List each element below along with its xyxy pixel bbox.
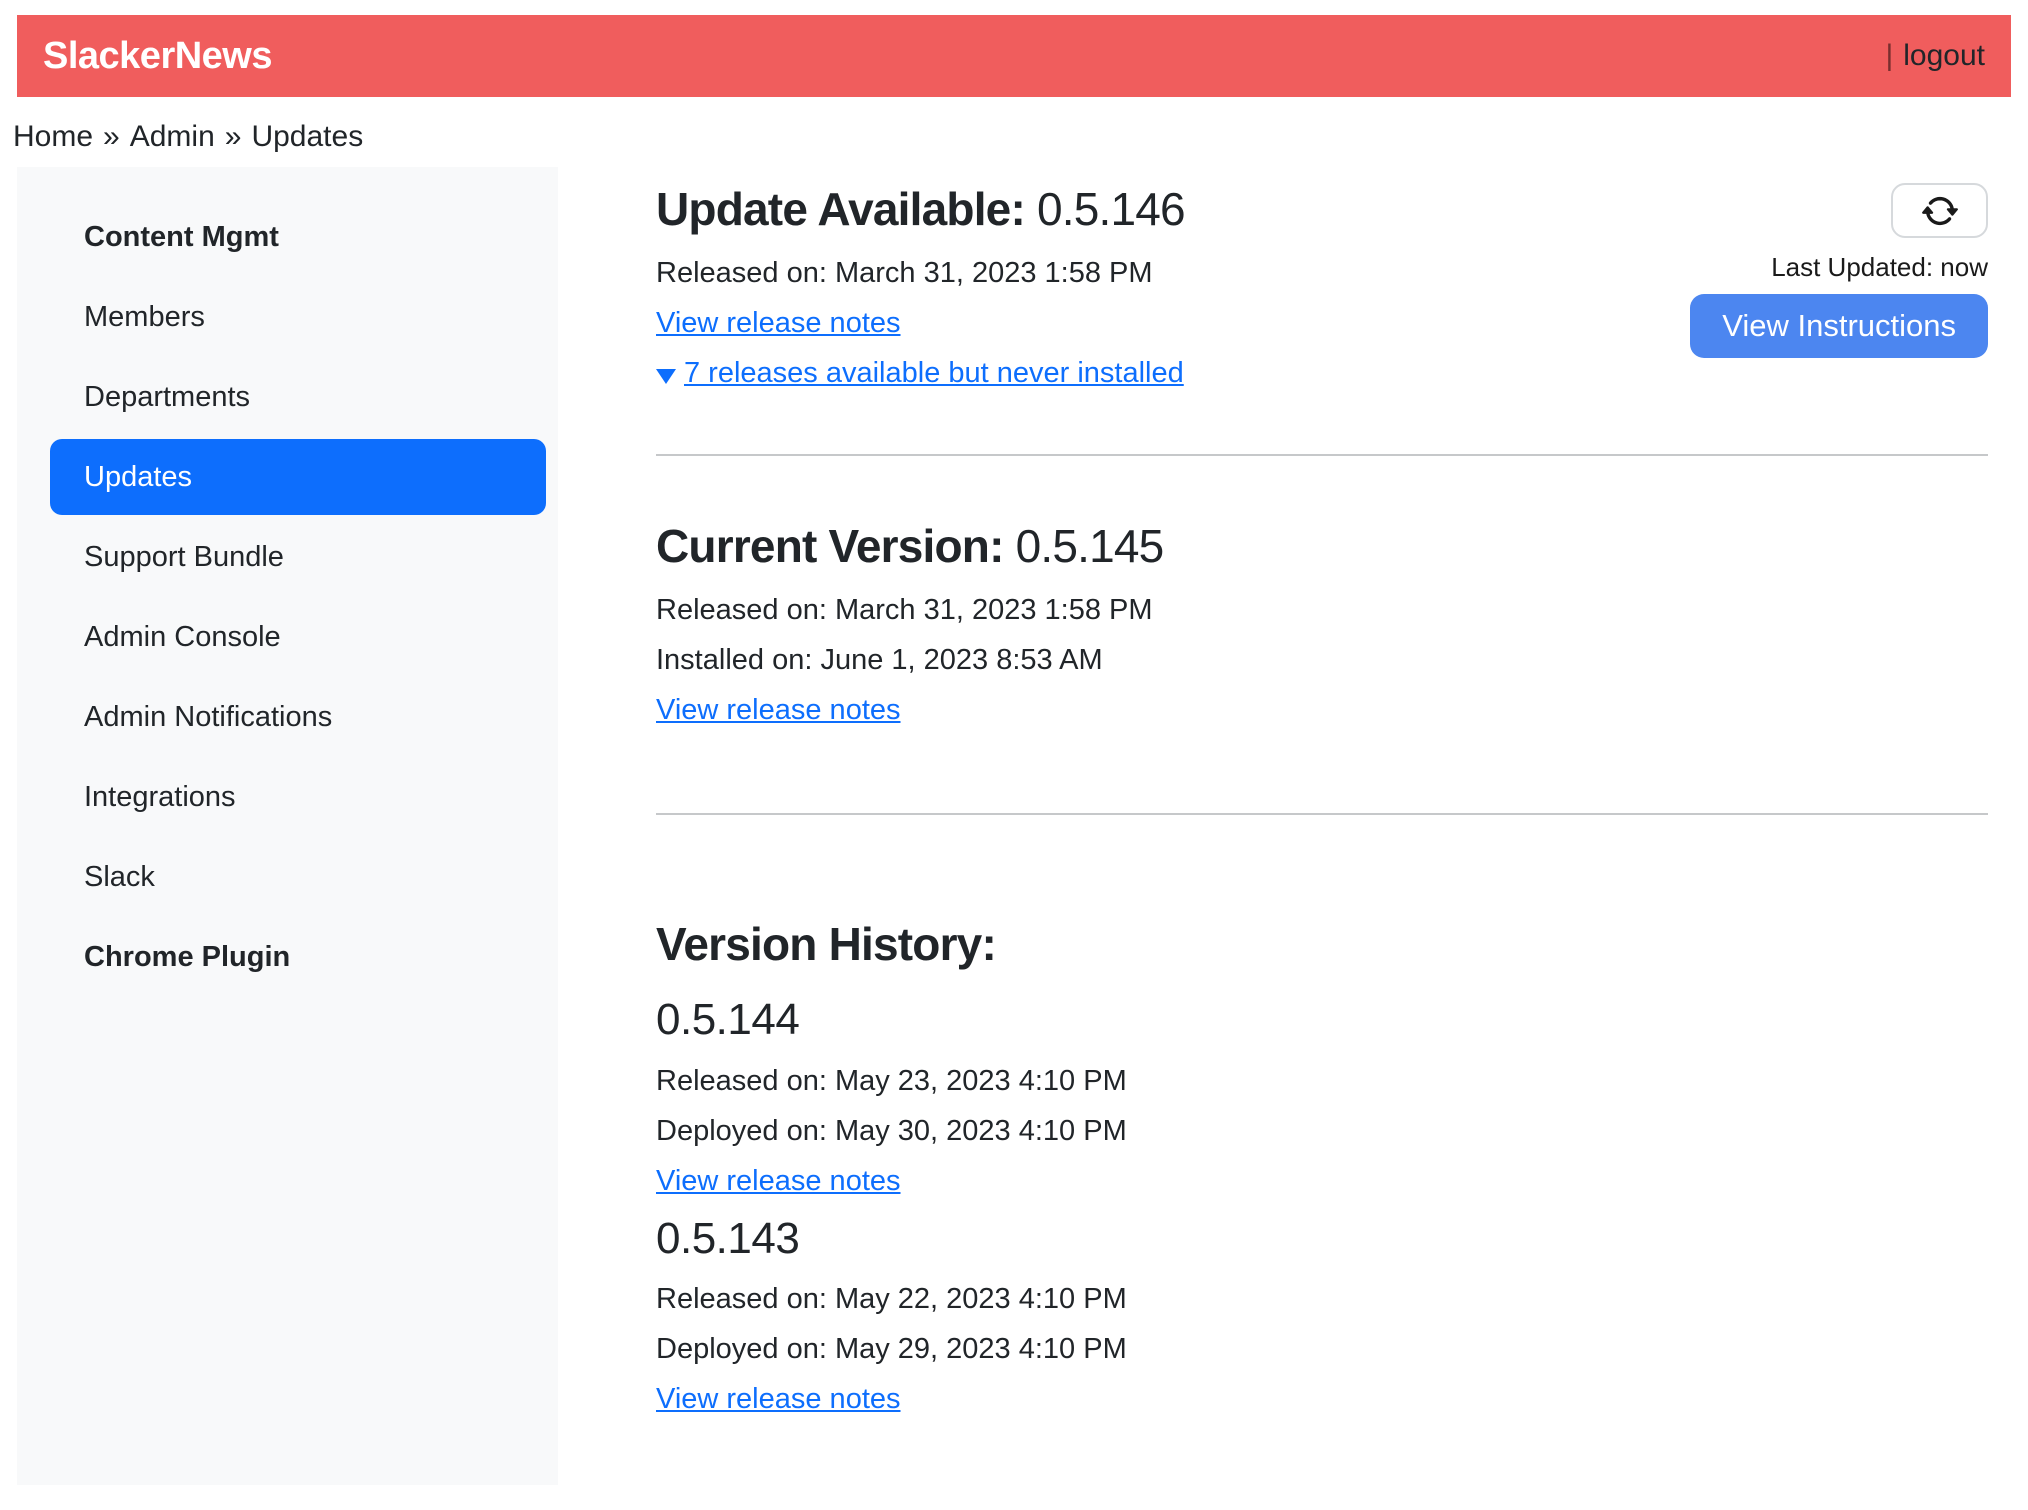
version-history-item: 0.5.143 Released on: May 22, 2023 4:10 P… — [656, 1214, 1988, 1421]
history-version-number: 0.5.143 — [656, 1214, 1988, 1265]
breadcrumb-home[interactable]: Home — [13, 120, 93, 153]
refresh-button[interactable] — [1891, 183, 1988, 238]
app-brand: SlackerNews — [43, 35, 272, 78]
current-installed-on: Installed on: June 1, 2023 8:53 AM — [656, 639, 1988, 681]
version-history-section: Version History: 0.5.144 Released on: Ma… — [656, 815, 1988, 1420]
current-version-number: 0.5.145 — [1016, 520, 1164, 572]
sidebar-item-departments[interactable]: Departments — [17, 357, 558, 437]
history-release-notes-link[interactable]: View release notes — [656, 1165, 901, 1197]
breadcrumb-admin[interactable]: Admin — [130, 120, 215, 153]
last-updated-label: Last Updated: now — [1771, 250, 1988, 284]
admin-sidebar: Content Mgmt Members Departments Updates… — [17, 167, 558, 1485]
logout-link[interactable]: logout — [1903, 39, 1985, 72]
sidebar-item-slack[interactable]: Slack — [17, 837, 558, 917]
sidebar-item-support-bundle[interactable]: Support Bundle — [17, 517, 558, 597]
current-released-on: Released on: March 31, 2023 1:58 PM — [656, 589, 1988, 631]
history-released-on: Released on: May 23, 2023 4:10 PM — [656, 1060, 1988, 1102]
page-body: Content Mgmt Members Departments Updates… — [17, 167, 2011, 1485]
breadcrumb-updates: Updates — [251, 120, 363, 153]
update-available-label: Update Available: — [656, 183, 1025, 235]
sidebar-item-chrome-plugin[interactable]: Chrome Plugin — [17, 917, 558, 997]
history-release-notes-link[interactable]: View release notes — [656, 1383, 901, 1415]
current-release-notes-link[interactable]: View release notes — [656, 694, 901, 726]
update-actions: Last Updated: now View Instructions — [1690, 183, 1988, 358]
sidebar-item-updates[interactable]: Updates — [50, 439, 546, 515]
update-available-info: Update Available: 0.5.146 Released on: M… — [656, 183, 1185, 402]
current-version-heading: Current Version: 0.5.145 — [656, 520, 1988, 573]
caret-down-icon — [656, 369, 676, 384]
update-available-heading: Update Available: 0.5.146 — [656, 183, 1185, 236]
sidebar-item-admin-notifications[interactable]: Admin Notifications — [17, 677, 558, 757]
breadcrumb-separator: » — [103, 120, 120, 153]
sidebar-item-members[interactable]: Members — [17, 277, 558, 357]
update-available-version: 0.5.146 — [1037, 183, 1185, 235]
version-history-item: 0.5.144 Released on: May 23, 2023 4:10 P… — [656, 995, 1988, 1202]
current-version-label: Current Version: — [656, 520, 1004, 572]
breadcrumb: Home » Admin » Updates — [13, 119, 2011, 155]
update-released-on: Released on: March 31, 2023 1:58 PM — [656, 252, 1185, 294]
history-released-on: Released on: May 22, 2023 4:10 PM — [656, 1278, 1988, 1320]
arrow-repeat-icon — [1922, 193, 1958, 229]
history-deployed-on: Deployed on: May 30, 2023 4:10 PM — [656, 1110, 1988, 1152]
update-available-section: Update Available: 0.5.146 Released on: M… — [656, 183, 1988, 402]
current-version-section: Current Version: 0.5.145 Released on: Ma… — [656, 456, 1988, 761]
logout-area: | logout — [1885, 39, 1985, 73]
view-instructions-button[interactable]: View Instructions — [1690, 294, 1988, 358]
version-history-heading: Version History: — [656, 918, 1988, 971]
updates-main: Update Available: 0.5.146 Released on: M… — [558, 167, 2011, 1485]
sidebar-item-admin-console[interactable]: Admin Console — [17, 597, 558, 677]
sidebar-item-content-mgmt[interactable]: Content Mgmt — [17, 197, 558, 277]
sidebar-item-integrations[interactable]: Integrations — [17, 757, 558, 837]
logout-separator: | — [1885, 39, 1893, 72]
pending-releases-link[interactable]: 7 releases available but never installed — [656, 357, 1184, 389]
history-deployed-on: Deployed on: May 29, 2023 4:10 PM — [656, 1328, 1988, 1370]
history-version-number: 0.5.144 — [656, 995, 1988, 1046]
breadcrumb-separator: » — [225, 120, 242, 153]
app-header: SlackerNews | logout — [17, 15, 2011, 97]
pending-releases-label: 7 releases available but never installed — [684, 357, 1184, 389]
update-release-notes-link[interactable]: View release notes — [656, 307, 901, 339]
